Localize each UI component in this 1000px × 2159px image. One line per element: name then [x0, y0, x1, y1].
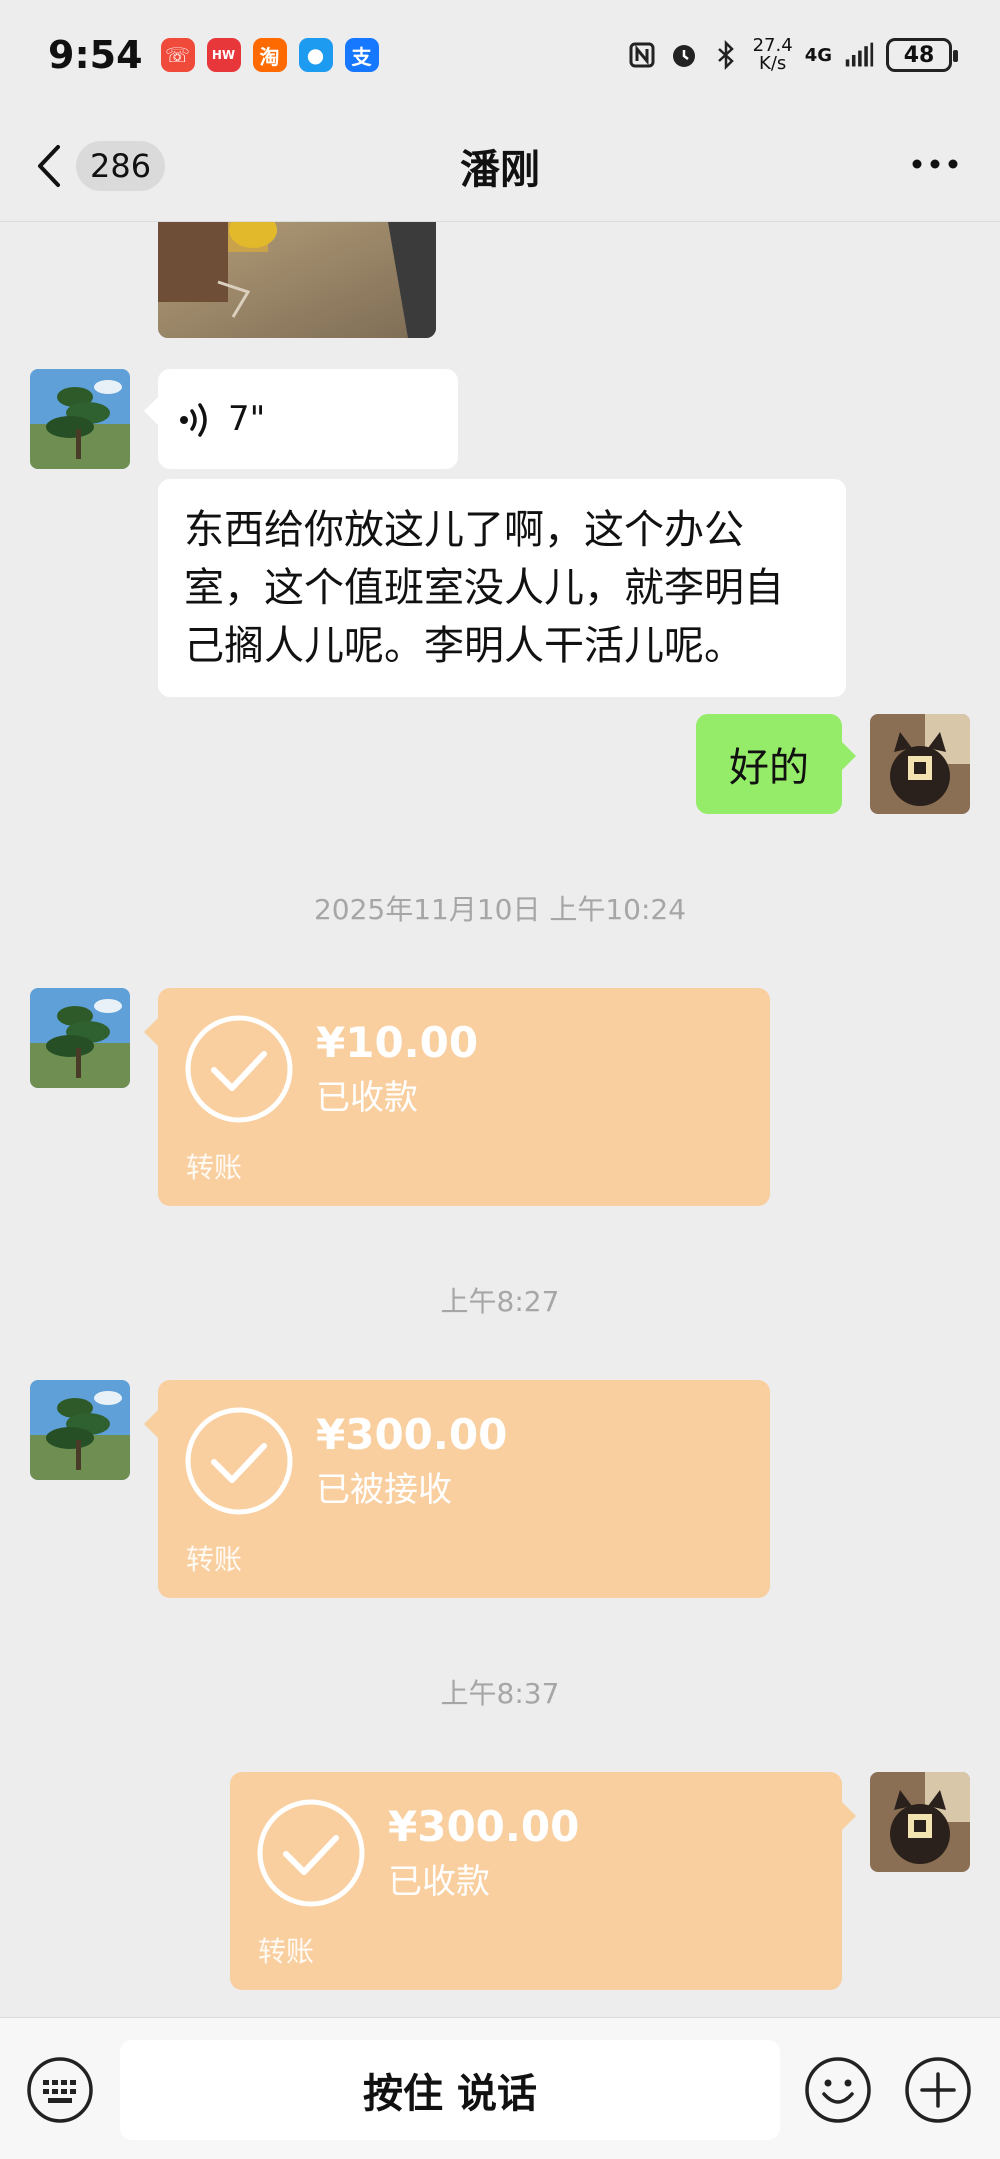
transfer-card[interactable]: ¥300.00 已收款 转账 — [230, 1772, 856, 1990]
emoji-button[interactable] — [804, 2056, 872, 2124]
transfer-card[interactable]: ¥10.00 已收款 转账 — [144, 988, 770, 1206]
incoming-text-content: 东西给你放这儿了啊，这个办公室，这个值班室没人儿，就李明自己搁人儿呢。李明人干活… — [184, 507, 784, 669]
network-type: 4G — [804, 44, 832, 66]
photo-thumbnail — [158, 222, 436, 338]
keyboard-toggle-button[interactable] — [26, 2056, 94, 2124]
hold-to-talk-button[interactable]: 按住 说话 — [120, 2040, 780, 2140]
message-app-icon: ● — [298, 38, 333, 72]
nfc-icon — [627, 40, 657, 70]
signal-icon — [844, 40, 874, 70]
huawei-app-icon: HW — [206, 38, 241, 72]
hold-to-talk-label: 按住 说话 — [363, 2071, 537, 2117]
notification-icons: ☏ HW 淘 ● 支 — [160, 38, 379, 72]
outgoing-text-content: 好的 — [729, 745, 809, 791]
cat-avatar-image — [870, 714, 970, 814]
system-status: 27.4 K/s 4G 48 — [627, 37, 958, 73]
contact-avatar[interactable] — [30, 988, 130, 1088]
taobao-app-icon: 淘 — [252, 38, 287, 72]
transfer-amount: ¥300.00 — [316, 1410, 508, 1459]
check-circle-icon — [257, 1799, 365, 1907]
phone-app-icon: ☏ — [160, 38, 195, 72]
my-avatar[interactable] — [870, 714, 970, 814]
bluetooth-icon — [711, 40, 741, 70]
transfer-amount: ¥10.00 — [316, 1018, 479, 1067]
message-timestamp: 上午8:37 — [440, 1677, 560, 1710]
status-bar: 9:54 ☏ HW 淘 ● 支 27.4 K/s 4G 48 — [0, 0, 1000, 110]
status-time: 9:54 — [48, 33, 143, 77]
transfer-card[interactable]: ¥300.00 已被接收 转账 — [144, 1380, 770, 1598]
smiley-icon — [805, 2057, 871, 2123]
plus-circle-icon — [905, 2057, 971, 2123]
tree-avatar-image — [30, 988, 130, 1088]
check-circle-icon — [185, 1015, 293, 1123]
battery-indicator: 48 — [886, 38, 958, 72]
transfer-amount: ¥300.00 — [388, 1802, 580, 1851]
contact-avatar[interactable] — [30, 369, 130, 469]
image-message[interactable] — [158, 222, 436, 338]
message-timestamp: 上午8:27 — [440, 1285, 560, 1318]
keyboard-icon — [27, 2057, 93, 2123]
voice-wave-icon — [180, 403, 207, 437]
transfer-label: 转账 — [186, 1543, 243, 1576]
transfer-status: 已收款 — [316, 1078, 418, 1118]
incoming-text-message[interactable]: 东西给你放这儿了啊，这个办公室，这个值班室没人儿，就李明自己搁人儿呢。李明人干活… — [158, 479, 846, 697]
more-features-button[interactable] — [904, 2056, 972, 2124]
cat-avatar-image — [870, 1772, 970, 1872]
transfer-label: 转账 — [186, 1151, 243, 1184]
more-options-button[interactable] — [910, 144, 960, 188]
alipay-app-icon: 支 — [344, 38, 379, 72]
voice-message[interactable]: 7" — [144, 369, 458, 469]
more-dots-icon — [912, 159, 958, 169]
transfer-label: 转账 — [258, 1935, 315, 1968]
chat-title: 潘刚 — [460, 146, 540, 193]
outgoing-text-message[interactable]: 好的 — [696, 714, 856, 814]
my-avatar[interactable] — [870, 1772, 970, 1872]
tree-avatar-image — [30, 369, 130, 469]
message-list[interactable]: 7" 东西给你放这儿了啊，这个办公室，这个值班室没人儿，就李明自己搁人儿呢。李明… — [0, 222, 1000, 2017]
message-timestamp: 2025年11月10日 上午10:24 — [313, 893, 687, 926]
network-speed: 27.4 K/s — [753, 37, 793, 73]
contact-avatar[interactable] — [30, 1380, 130, 1480]
input-bar: 按住 说话 — [0, 2017, 1000, 2159]
alarm-icon — [669, 40, 699, 70]
network-speed-unit: K/s — [759, 53, 787, 74]
chat-screen: 9:54 ☏ HW 淘 ● 支 27.4 K/s 4G 48 286 潘刚 7"… — [0, 0, 1000, 2159]
chat-header: 286 潘刚 — [0, 110, 1000, 222]
transfer-status: 已收款 — [388, 1862, 490, 1902]
voice-duration: 7" — [228, 399, 266, 439]
check-circle-icon — [185, 1407, 293, 1515]
tree-avatar-image — [30, 1380, 130, 1480]
transfer-status: 已被接收 — [316, 1470, 452, 1510]
